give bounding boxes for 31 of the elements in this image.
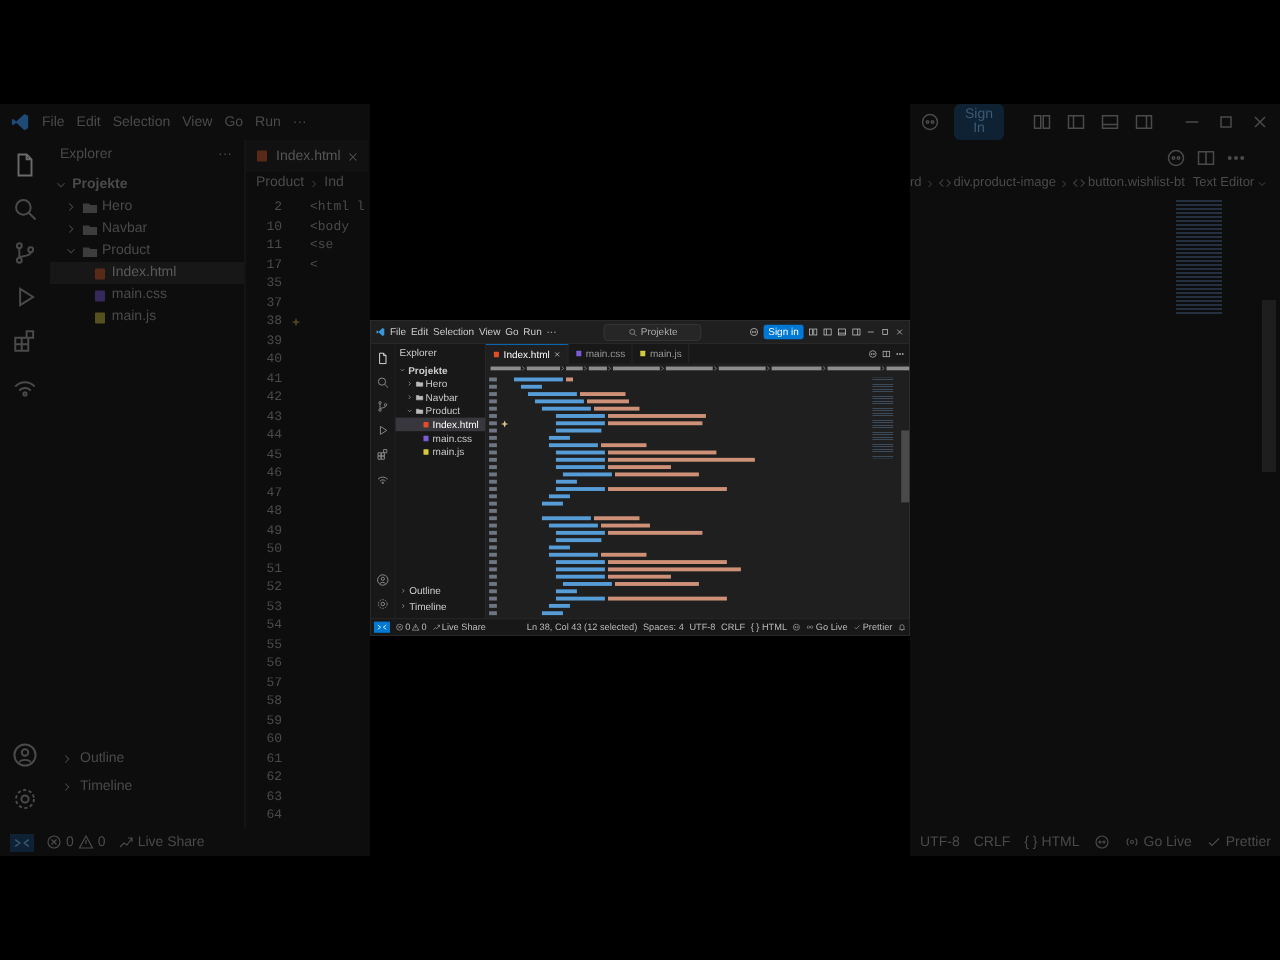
settings-icon[interactable] — [12, 786, 38, 812]
chevron-down-icon — [1256, 177, 1269, 189]
remote-window-icon[interactable] — [374, 621, 390, 633]
chevron-right-icon — [923, 177, 936, 189]
code-element-icon — [937, 176, 952, 190]
search-icon[interactable] — [12, 196, 38, 222]
minimap — [1176, 198, 1222, 314]
file-icon — [574, 349, 583, 358]
file-icon — [638, 349, 647, 358]
file-icon — [254, 148, 270, 164]
app-logo-icon — [375, 327, 386, 337]
extensions-icon[interactable] — [12, 328, 38, 354]
close-icon[interactable] — [1250, 112, 1270, 132]
source-control-icon[interactable] — [12, 240, 38, 266]
file-icon — [492, 350, 501, 358]
chevron-down-icon — [54, 178, 69, 192]
error-icon — [46, 834, 62, 850]
sidebar-layout-icon[interactable] — [1066, 112, 1086, 132]
app-logo-icon — [10, 112, 30, 132]
secondary-sidebar-icon[interactable] — [1134, 112, 1154, 132]
live-share-icon — [117, 834, 134, 850]
code-element-icon — [1071, 176, 1086, 190]
scrollbar-thumb[interactable] — [901, 430, 910, 503]
chevron-right-icon — [308, 177, 321, 189]
warning-icon — [77, 834, 94, 850]
broadcast-icon — [1123, 834, 1140, 850]
close-icon[interactable] — [346, 149, 361, 163]
check-icon — [1205, 834, 1222, 850]
account-icon[interactable] — [12, 742, 38, 768]
chevron-right-icon — [1057, 177, 1070, 189]
chevron-down-icon — [64, 244, 78, 258]
